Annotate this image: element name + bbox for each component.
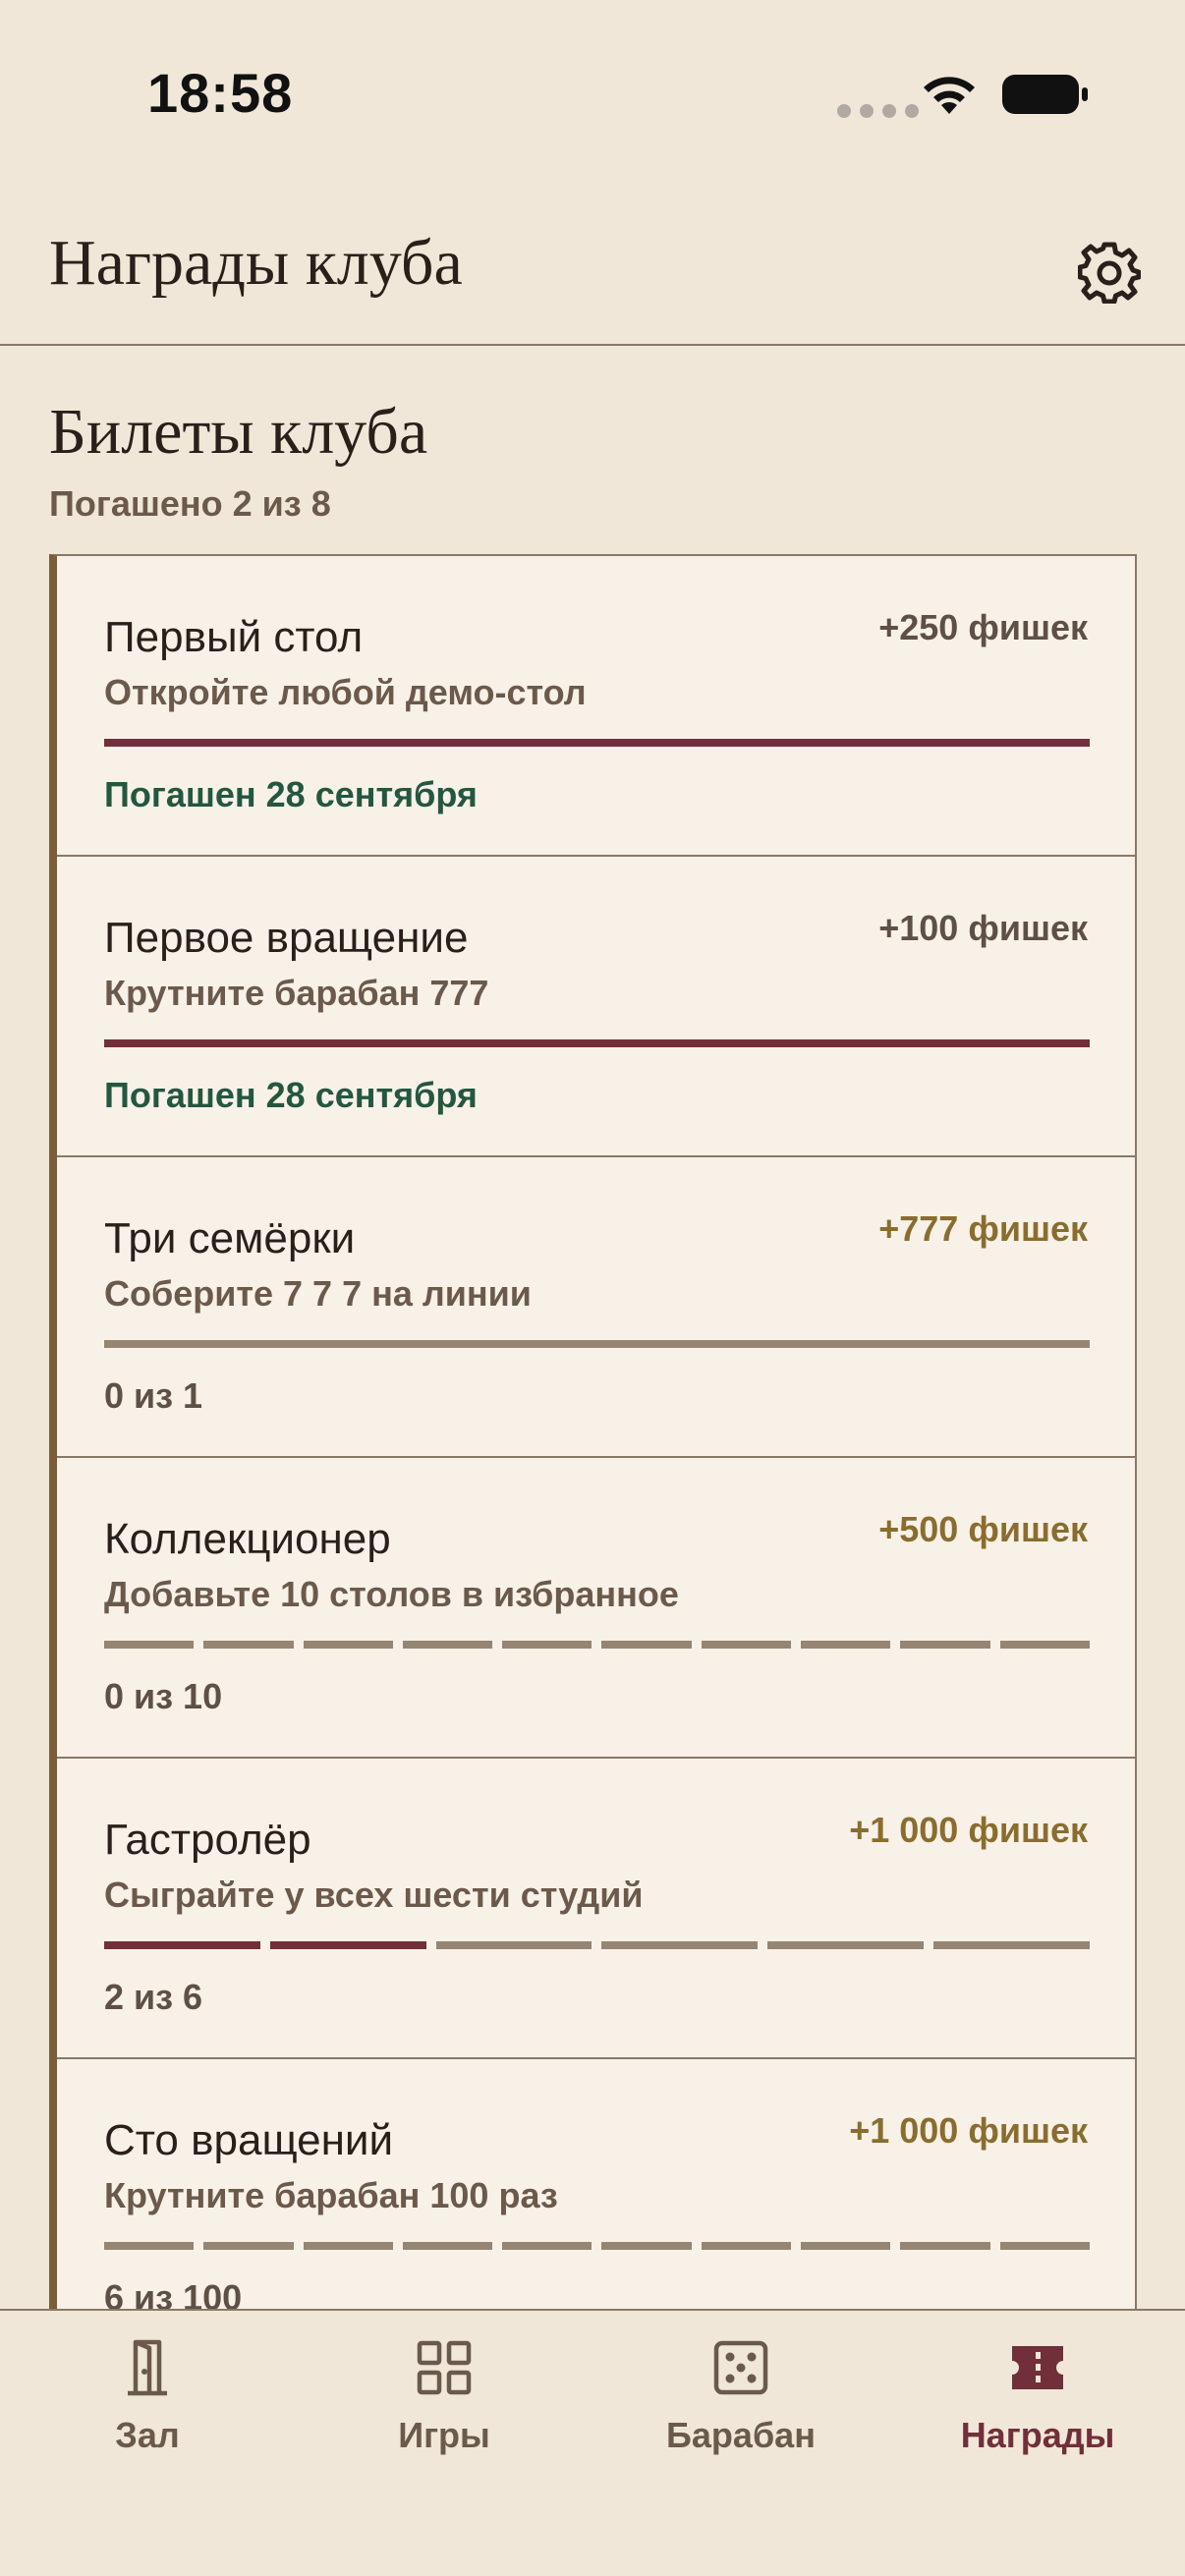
progress-segment: [900, 2242, 990, 2250]
ticket-description: Откройте любой демо-стол: [104, 672, 587, 712]
ticket-reward: +500 фишек: [878, 1509, 1088, 1549]
ticket-status: 2 из 6: [104, 1977, 203, 2017]
progress-segment: [701, 2242, 792, 2250]
progress-segment: [269, 1941, 426, 1949]
app-header: Награды клуба: [0, 187, 1185, 346]
ticket-name: Гастролёр: [104, 1816, 311, 1864]
gear-icon: [1078, 242, 1141, 304]
progress-segment: [203, 1641, 294, 1649]
ticket-card[interactable]: Первое вращение +100 фишек Крутните бараба…: [57, 857, 1135, 1157]
progress-segment: [502, 2242, 592, 2250]
progress-segment: [203, 2242, 294, 2250]
ticket-reward: +100 фишек: [878, 908, 1088, 948]
progress-segment: [502, 1641, 592, 1649]
progress-segment: [999, 1641, 1090, 1649]
section-title: Билеты клуба: [49, 396, 428, 468]
tab-games[interactable]: Игры: [316, 2311, 572, 2527]
tab-label: Зал: [115, 2415, 180, 2455]
wifi-icon: [924, 77, 975, 114]
ticket-icon: [1012, 2346, 1063, 2389]
progress-segment: [601, 1641, 692, 1649]
ticket-card[interactable]: Коллекционер +500 фишек Добавьте 10 столов…: [57, 1458, 1135, 1759]
ticket-name: Первое вращение: [104, 914, 469, 962]
ticket-status: 0 из 1: [104, 1375, 203, 1416]
ticket-description: Добавьте 10 столов в избранное: [104, 1574, 679, 1614]
ticket-progress-bar: [104, 1039, 1090, 1047]
grid-icon: [417, 2340, 472, 2395]
battery-icon: [1002, 75, 1088, 114]
ticket-description: Сыграйте у всех шести студий: [104, 1875, 644, 1915]
progress-segment: [104, 1039, 1090, 1047]
cellular-signal-icon: [837, 104, 919, 118]
section-subtitle: Погашено 2 из 8: [49, 483, 331, 524]
ticket-status: Погашен 28 сентября: [104, 774, 478, 814]
tab-reel[interactable]: Барабан: [613, 2311, 869, 2527]
settings-button[interactable]: [1071, 234, 1148, 310]
ticket-description: Соберите 7 7 7 на линии: [104, 1273, 532, 1314]
ticket-status: 6 из 100: [104, 2277, 243, 2313]
progress-segment: [900, 1641, 990, 1649]
progress-segment: [801, 1641, 891, 1649]
progress-segment: [303, 2242, 393, 2250]
ticket-name: Коллекционер: [104, 1515, 391, 1563]
ticket-reward: +250 фишек: [878, 607, 1088, 647]
home-indicator: [396, 2556, 789, 2566]
ticket-card[interactable]: Гастролёр +1 000 фишек Сыграйте у всех шес…: [57, 1759, 1135, 2059]
progress-segment: [402, 1641, 493, 1649]
progress-segment: [701, 1641, 792, 1649]
ticket-reward: +777 фишек: [878, 1208, 1088, 1249]
ticket-progress-bar: [104, 1641, 1090, 1649]
progress-segment: [104, 1340, 1090, 1348]
ticket-list[interactable]: Первый стол +250 фишек Откройте любой демо…: [49, 554, 1137, 2313]
ticket-name: Три семёрки: [104, 1214, 356, 1262]
progress-segment: [303, 1641, 393, 1649]
status-time: 18:58: [147, 62, 294, 124]
progress-segment: [435, 1941, 592, 1949]
progress-segment: [402, 2242, 493, 2250]
ticket-description: Крутните барабан 100 раз: [104, 2175, 558, 2215]
tab-label: Игры: [398, 2415, 490, 2455]
progress-segment: [601, 1941, 759, 1949]
ticket-status: 0 из 10: [104, 1676, 223, 1716]
progress-segment: [104, 1641, 195, 1649]
progress-segment: [104, 2242, 195, 2250]
ticket-name: Первый стол: [104, 613, 364, 661]
tab-label: Барабан: [666, 2415, 816, 2455]
ticket-progress-bar: [104, 2242, 1090, 2250]
progress-segment: [801, 2242, 891, 2250]
ticket-card[interactable]: Сто вращений +1 000 фишек Крутните барабан…: [57, 2059, 1135, 2313]
status-bar: 18:58: [0, 0, 1185, 187]
ticket-progress-bar: [104, 739, 1090, 747]
progress-segment: [999, 2242, 1090, 2250]
ticket-card[interactable]: Первый стол +250 фишек Откройте любой демо…: [57, 556, 1135, 857]
ticket-reward: +1 000 фишек: [849, 1810, 1088, 1850]
tab-bar: Зал Игры Барабан Награды: [0, 2309, 1185, 2576]
ticket-reward: +1 000 фишек: [849, 2110, 1088, 2151]
progress-segment: [104, 1941, 260, 1949]
progress-segment: [601, 2242, 692, 2250]
page-title: Награды клуба: [49, 227, 463, 299]
tab-label: Награды: [960, 2415, 1115, 2455]
progress-segment: [933, 1941, 1090, 1949]
progress-segment: [767, 1941, 925, 1949]
tab-rewards[interactable]: Награды: [910, 2311, 1165, 2527]
tab-hall[interactable]: Зал: [20, 2311, 275, 2527]
ticket-description: Крутните барабан 777: [104, 973, 489, 1013]
dice-icon: [713, 2340, 768, 2395]
ticket-status: Погашен 28 сентября: [104, 1075, 478, 1115]
screen: 18:58 Награды клуба Билеты клуба Погашен…: [0, 0, 1185, 2576]
progress-segment: [104, 739, 1090, 747]
ticket-progress-bar: [104, 1941, 1090, 1949]
ticket-name: Сто вращений: [104, 2116, 394, 2164]
ticket-card[interactable]: Три семёрки +777 фишек Соберите 7 7 7 на л…: [57, 1157, 1135, 1458]
door-icon: [128, 2339, 167, 2396]
ticket-progress-bar: [104, 1340, 1090, 1348]
